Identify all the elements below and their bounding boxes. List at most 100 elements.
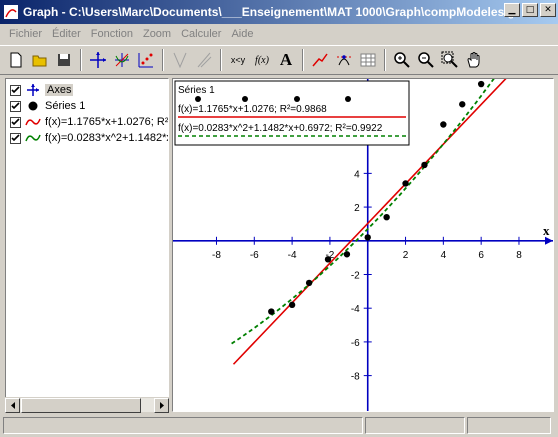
y-tick-label: -4	[351, 304, 360, 315]
graph-app-icon	[4, 5, 18, 19]
maximize-button[interactable]: □	[522, 3, 538, 17]
legend-marker	[294, 96, 300, 102]
linear-checkbox[interactable]	[10, 116, 21, 128]
x-tick-label: -6	[250, 250, 259, 261]
scroll-right-button[interactable]	[154, 398, 169, 413]
filled-circle-icon	[28, 101, 38, 111]
axes-button[interactable]	[86, 48, 110, 72]
axes-checkbox[interactable]	[10, 84, 21, 96]
green-curve-icon	[25, 134, 41, 142]
new-file-icon	[10, 52, 22, 68]
data-point	[364, 234, 371, 241]
y-tick-label: -2	[351, 270, 360, 281]
menu-bar: Fichier Éditer Fonction Zoom Calculer Ai…	[0, 24, 558, 44]
zoom-window-button[interactable]	[438, 48, 462, 72]
x-axis-arrow	[545, 236, 553, 245]
trendline-icon	[312, 53, 328, 67]
table-icon	[360, 53, 376, 67]
insert-function-button[interactable]	[110, 48, 134, 72]
check-icon	[11, 133, 20, 141]
quadratic-checkbox[interactable]	[10, 132, 21, 144]
open-file-button[interactable]	[28, 48, 52, 72]
toolbar-separator	[162, 49, 164, 71]
trendline-button[interactable]	[308, 48, 332, 72]
hand-icon	[467, 52, 480, 68]
menu-editer[interactable]: Éditer	[47, 28, 86, 40]
data-point	[459, 101, 466, 108]
title-bar: Graph - C:\Users\Marc\Documents\___Ensei…	[0, 0, 558, 24]
tree-item-linear-trend[interactable]: f(x)=1.1765*x+1.0276; R²=0.9868	[10, 114, 169, 130]
menu-aide[interactable]: Aide	[226, 28, 258, 40]
menu-zoom[interactable]: Zoom	[138, 28, 176, 40]
series-checkbox[interactable]	[10, 100, 21, 112]
zoom-out-icon	[418, 52, 434, 68]
data-point	[305, 279, 313, 287]
tangent-button[interactable]	[168, 48, 192, 72]
x-tick-label: -4	[288, 250, 297, 261]
legend-box: Séries 1 f(x)=1.1765*x+1.0276; R²=0.9868 f…	[174, 80, 410, 146]
toolbar-separator	[220, 49, 222, 71]
x-tick-label: 6	[478, 250, 484, 261]
table-button[interactable]	[356, 48, 380, 72]
data-point	[383, 213, 390, 221]
toolbar-separator	[302, 49, 304, 71]
fx-button[interactable]: f(x)	[250, 48, 274, 72]
toolbar-separator	[384, 49, 386, 71]
tree-item-axes[interactable]: Axes	[10, 82, 74, 98]
data-point	[343, 251, 351, 258]
function-icon	[115, 53, 129, 67]
status-cell-main	[3, 417, 363, 434]
data-point	[268, 308, 275, 315]
y-tick-label: -6	[351, 338, 360, 349]
legend-series-label: Séries 1	[178, 85, 215, 96]
minimize-button[interactable]: ▁	[504, 3, 520, 17]
point-series-icon	[138, 53, 153, 68]
text-label: A	[279, 50, 293, 69]
x-tick-label: 8	[516, 250, 522, 261]
legend-marker	[345, 96, 351, 102]
graph-canvas[interactable]: x-8-6-4-22468-8-6-4-2246Séries 1f(x)=1.1…	[172, 78, 554, 412]
xy-label: x<y	[230, 55, 246, 65]
tree-item-series[interactable]: Séries 1	[10, 98, 85, 114]
data-point	[440, 121, 447, 128]
save-button[interactable]	[52, 48, 76, 72]
zoom-window-icon	[441, 51, 458, 68]
insert-series-button[interactable]	[134, 48, 158, 72]
axes-icon	[27, 84, 39, 96]
menu-calculer[interactable]: Calculer	[176, 28, 226, 40]
insert-text-button[interactable]: A	[274, 48, 298, 72]
data-point	[477, 80, 485, 88]
shading-button[interactable]	[192, 48, 216, 72]
plot-svg[interactable]: x-8-6-4-22468-8-6-4-2246Séries 1f(x)=1.1…	[173, 79, 553, 411]
tree-item-label: Séries 1	[45, 100, 86, 112]
check-icon	[11, 85, 20, 93]
scroll-thumb[interactable]	[21, 398, 141, 413]
new-file-button[interactable]	[4, 48, 28, 72]
tree-item-label: Axes	[45, 84, 74, 96]
close-button[interactable]: ✕	[540, 3, 556, 17]
y-tick-label: 4	[354, 169, 360, 180]
y-tick-label: -8	[351, 372, 360, 383]
horizontal-scrollbar[interactable]	[5, 397, 169, 413]
scroll-left-button[interactable]	[5, 398, 20, 413]
zoom-out-button[interactable]	[414, 48, 438, 72]
pan-button[interactable]	[462, 48, 486, 72]
x-axis-label: x	[543, 223, 550, 238]
function-list-panel: Axes Séries 1 f(x)=1.1765*x+1.0276; R²=0…	[5, 78, 169, 412]
tree-item-label: f(x)=0.0283*x^2+1.1482*x+0.6972; R²=0.99…	[45, 132, 169, 144]
check-icon	[11, 117, 20, 125]
window-title: Graph - C:\Users\Marc\Documents\___Ensei…	[23, 5, 513, 19]
tree-item-label: f(x)=1.1765*x+1.0276; R²=0.9868	[45, 116, 169, 128]
tangent-icon	[173, 52, 187, 69]
menu-fichier[interactable]: Fichier	[4, 28, 47, 40]
evaluate-icon	[337, 55, 351, 66]
x-tick-label: 4	[441, 250, 447, 261]
menu-fonction[interactable]: Fonction	[86, 28, 138, 40]
axes-icon	[90, 52, 106, 68]
legend-quadratic-label: f(x)=0.0283*x^2+1.1482*x+0.6972; R²=0.99…	[178, 123, 383, 134]
zoom-in-icon	[394, 52, 410, 68]
zoom-in-button[interactable]	[390, 48, 414, 72]
tree-item-quadratic-trend[interactable]: f(x)=0.0283*x^2+1.1482*x+0.6972; R²=0.99…	[10, 130, 169, 146]
eval-button[interactable]	[332, 48, 356, 72]
xy-button[interactable]: x<y	[226, 48, 250, 72]
